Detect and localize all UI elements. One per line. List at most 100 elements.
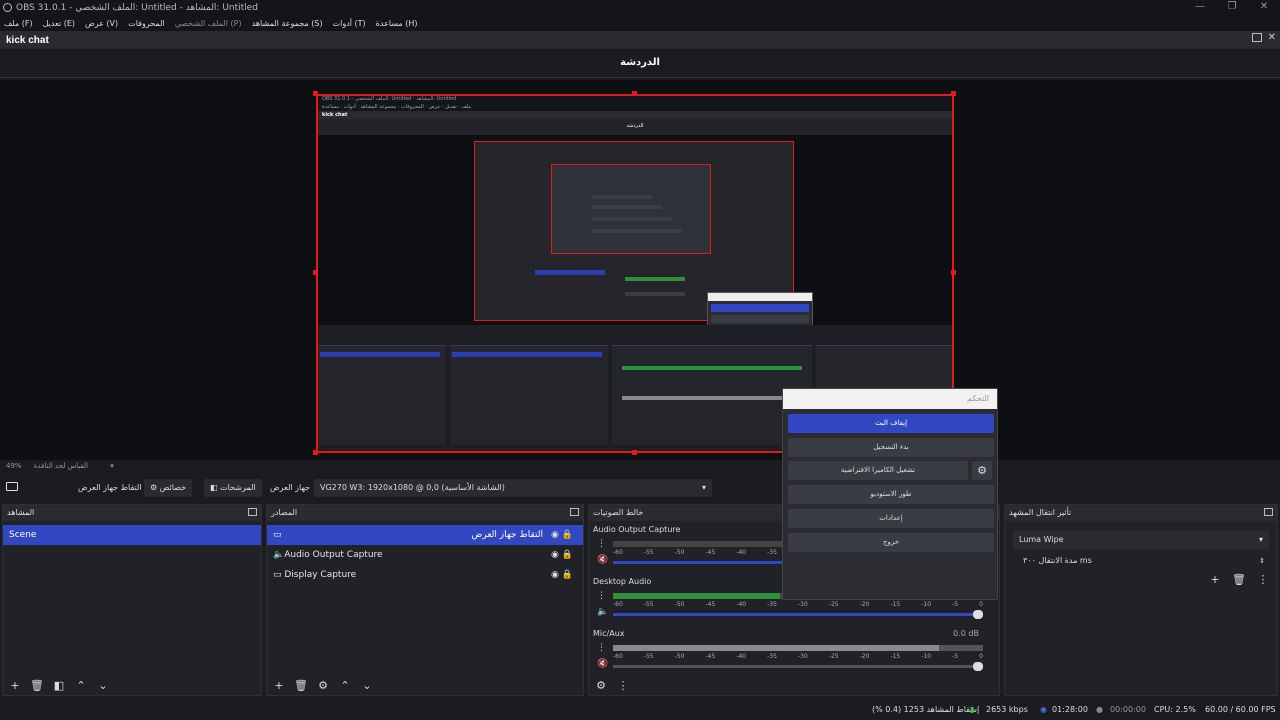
stop-streaming-button[interactable]: إيقاف البث	[788, 414, 994, 433]
float-icon[interactable]	[1251, 33, 1262, 42]
maximize-icon[interactable]: ❐	[1216, 0, 1248, 15]
zoom-level[interactable]: 49%	[6, 462, 22, 470]
device-label: جهاز العرض	[270, 483, 311, 492]
menu-help[interactable]: مساعدة (H)	[376, 19, 418, 28]
float-icon[interactable]	[570, 508, 579, 516]
menu-docks[interactable]: المحروفات	[128, 19, 165, 28]
slider-knob[interactable]	[973, 662, 983, 671]
exit-button[interactable]: خروج	[788, 533, 994, 552]
dropped-frames: إسقاط المشاهد 1253 (0.4 %)	[872, 705, 980, 714]
scene-item[interactable]: Scene	[3, 525, 261, 545]
trash-icon[interactable]: 🗑	[1231, 573, 1247, 586]
menu-file[interactable]: ملف (F)	[4, 19, 33, 28]
nested-selected-row	[535, 270, 605, 275]
scenes-title: المشاهد	[7, 508, 35, 517]
speaker-icon[interactable]: 🔈	[597, 607, 609, 617]
lock-icon[interactable]: 🔒	[562, 550, 573, 560]
chat-panel: الدردشة	[0, 49, 1280, 78]
resize-handle[interactable]	[313, 270, 318, 275]
lock-icon[interactable]: 🔒	[562, 570, 573, 580]
menu-edit[interactable]: تعديل (E)	[43, 19, 75, 28]
device-select[interactable]: VG270 W3: 1920x1080 @ 0,0 (الشاشة الأساس…	[314, 479, 712, 497]
add-icon[interactable]: +	[271, 679, 287, 692]
resize-handle[interactable]	[313, 450, 318, 455]
channel-name: Mic/Aux	[593, 629, 625, 638]
resize-handle[interactable]	[951, 91, 956, 96]
muted-speaker-icon[interactable]: 🔇	[597, 659, 609, 669]
muted-speaker-icon[interactable]: 🔇	[597, 555, 609, 565]
sources-dock: المصادر ▭ التقاط جهاز العرض ◉ 🔒 🔈Audio O…	[266, 504, 584, 696]
nested-inner-preview	[474, 141, 813, 372]
studio-mode-button[interactable]: طور الاستوديو	[788, 485, 994, 504]
transition-select[interactable]: Luma Wipe ▾	[1013, 531, 1269, 549]
kebab-menu-icon[interactable]: ⋮	[597, 591, 609, 601]
gear-icon[interactable]: ⚙	[315, 679, 331, 692]
add-icon[interactable]: +	[7, 679, 23, 692]
start-virtual-camera-button[interactable]: تشغيل الكاميرا الافتراضية	[788, 461, 968, 480]
float-icon[interactable]	[1264, 508, 1273, 516]
kebab-menu-icon[interactable]: ⋮	[597, 643, 609, 653]
filter-icon[interactable]: ◧	[51, 679, 67, 692]
nested-meter	[625, 277, 685, 281]
source-item[interactable]: ▭ Display Capture ◉ 🔒	[267, 565, 583, 585]
source-label: Audio Output Capture	[284, 550, 383, 560]
monitor-icon: ▭	[273, 530, 282, 540]
move-up-icon[interactable]: ⌃	[73, 679, 89, 692]
capture-label: التقاط جهاز العرض	[78, 483, 142, 492]
move-up-icon[interactable]: ⌃	[337, 679, 353, 692]
minimize-icon[interactable]: —	[1184, 0, 1216, 15]
resize-handle[interactable]	[951, 270, 956, 275]
scale-label[interactable]: القياس لحد النافذة	[34, 462, 88, 470]
start-recording-button[interactable]: بدء التسجيل	[788, 438, 994, 457]
source-item[interactable]: 🔈Audio Output Capture ◉ 🔒	[267, 545, 583, 565]
meter-ticks: -60-55-50-45-40-35-30-25-20-15-10-50	[613, 601, 983, 608]
lock-icon[interactable]: 🔒	[562, 530, 573, 540]
float-icon[interactable]	[248, 508, 257, 516]
source-item[interactable]: ▭ التقاط جهاز العرض ◉ 🔒	[267, 525, 583, 545]
move-down-icon[interactable]: ⌄	[359, 679, 375, 692]
chevron-down-icon: ▾	[1258, 535, 1263, 544]
channel-db: 0.0 dB	[953, 629, 979, 638]
chevron-down-icon: ▾	[701, 483, 706, 492]
resize-handle[interactable]	[632, 450, 637, 455]
device-value: VG270 W3: 1920x1080 @ 0,0 (الشاشة الأساس…	[320, 483, 505, 492]
controls-popup-header: التحكم	[783, 389, 997, 409]
trash-icon[interactable]: 🗑	[29, 679, 45, 692]
properties-button[interactable]: ⚙ خصائص	[144, 479, 193, 497]
advanced-audio-gear-icon[interactable]: ⚙	[593, 679, 609, 692]
menu-profile[interactable]: الملف الشخصي (P)	[175, 19, 242, 28]
menu-scene-collection[interactable]: مجموعة المشاهد (S)	[252, 19, 323, 28]
kebab-menu-icon[interactable]: ⋮	[597, 539, 609, 549]
volume-slider[interactable]	[613, 662, 983, 671]
chevron-down-icon[interactable]: ▾	[110, 462, 114, 470]
dock-close-icon[interactable]: ✕	[1268, 33, 1276, 43]
nested-sources	[450, 345, 608, 445]
volume-meter	[613, 645, 983, 651]
slider-knob[interactable]	[973, 610, 983, 619]
spinner-icon[interactable]: ⇕	[1259, 553, 1265, 569]
virtual-camera-settings-gear-icon[interactable]: ⚙	[972, 461, 992, 480]
kebab-menu-icon[interactable]: ⋮	[615, 679, 631, 692]
filters-button[interactable]: ◧ المرشحات	[204, 479, 262, 497]
trash-icon[interactable]: 🗑	[293, 679, 309, 692]
scenes-dock: المشاهد Scene + 🗑 ◧ ⌃ ⌄	[2, 504, 262, 696]
chat-title: الدردشة	[620, 57, 660, 68]
menu-view[interactable]: عرض (V)	[85, 19, 118, 28]
kebab-menu-icon[interactable]: ⋮	[1255, 573, 1271, 586]
nested-bar	[592, 229, 682, 233]
add-icon[interactable]: +	[1207, 573, 1223, 586]
nested-popup-header	[708, 293, 812, 301]
eye-icon[interactable]: ◉	[551, 570, 559, 580]
gear-icon: ⚙	[150, 483, 160, 492]
resize-handle[interactable]	[632, 91, 637, 96]
eye-icon[interactable]: ◉	[551, 530, 559, 540]
settings-button[interactable]: إعدادات	[788, 509, 994, 528]
mixer-title: خالط الصوتيات	[593, 508, 644, 517]
monitor-icon: ▭	[273, 570, 285, 580]
menu-tools[interactable]: أدوات (T)	[333, 19, 366, 28]
close-icon[interactable]: ✕	[1248, 0, 1280, 15]
resize-handle[interactable]	[313, 91, 318, 96]
move-down-icon[interactable]: ⌄	[95, 679, 111, 692]
eye-icon[interactable]: ◉	[551, 550, 559, 560]
volume-slider[interactable]	[613, 610, 983, 619]
